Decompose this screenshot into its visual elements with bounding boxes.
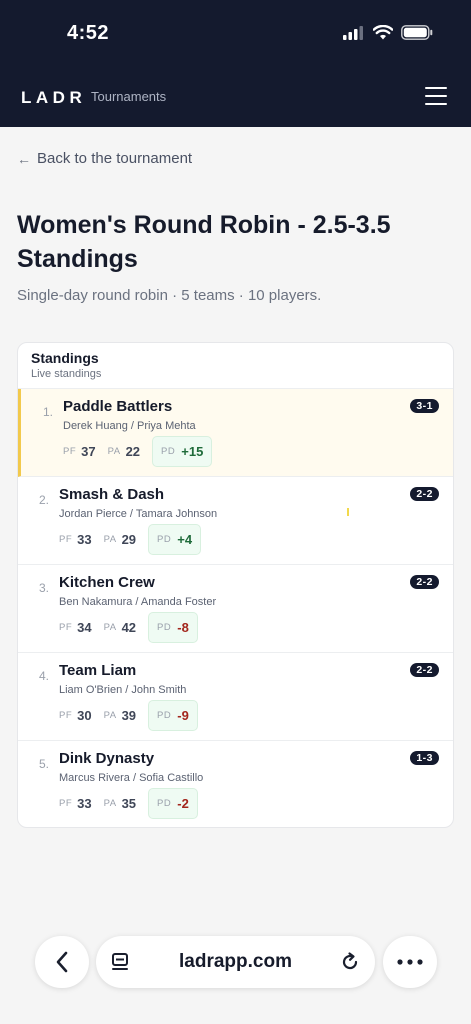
pd-label: PD bbox=[157, 710, 172, 721]
team-stats: PF 34 PA 42 PD -8 bbox=[59, 612, 198, 643]
pa-label: PA bbox=[103, 798, 117, 809]
point-diff: +4 bbox=[177, 532, 193, 547]
standings-row[interactable]: 4. Team Liam Liam O'Brien / John Smith 2… bbox=[18, 653, 453, 741]
team-rank: 1. bbox=[43, 405, 54, 419]
point-diff: -2 bbox=[177, 796, 189, 811]
record-badge: 1-3 bbox=[410, 751, 439, 765]
pa-label: PA bbox=[103, 710, 117, 721]
standings-card-header: Standings Live standings bbox=[18, 343, 453, 389]
pa-label: PA bbox=[103, 622, 117, 633]
standings-row[interactable]: 2. Smash & Dash Jordan Pierce / Tamara J… bbox=[18, 477, 453, 565]
pa-label: PA bbox=[107, 446, 121, 457]
team-players: Jordan Pierce / Tamara Johnson bbox=[59, 508, 218, 520]
point-diff-box: PD -8 bbox=[148, 612, 198, 643]
pf-label: PF bbox=[63, 446, 77, 457]
card-subtitle: Live standings bbox=[31, 368, 102, 380]
brand-logo[interactable]: LADR bbox=[21, 88, 86, 108]
battery-icon bbox=[401, 25, 433, 40]
standings-row[interactable]: 3. Kitchen Crew Ben Nakamura / Amanda Fo… bbox=[18, 565, 453, 653]
team-name: Dink Dynasty bbox=[59, 750, 155, 767]
browser-back-button[interactable] bbox=[35, 936, 89, 988]
pd-label: PD bbox=[157, 798, 172, 809]
points-for: 34 bbox=[77, 620, 92, 635]
reload-icon[interactable] bbox=[339, 951, 361, 973]
pd-label: PD bbox=[157, 534, 172, 545]
more-dots-icon bbox=[397, 959, 423, 965]
points-for: 30 bbox=[77, 708, 92, 723]
point-diff-box: PD -9 bbox=[148, 700, 198, 731]
team-players: Marcus Rivera / Sofia Castillo bbox=[59, 772, 204, 784]
team-stats: PF 30 PA 39 PD -9 bbox=[59, 700, 198, 731]
team-rank: 4. bbox=[39, 669, 50, 683]
url-text: ladrapp.com bbox=[179, 951, 292, 972]
team-players: Ben Nakamura / Amanda Foster bbox=[59, 596, 217, 608]
point-diff-box: PD +4 bbox=[148, 524, 202, 555]
points-for: 33 bbox=[77, 532, 92, 547]
record-badge: 2-2 bbox=[410, 575, 439, 589]
pd-label: PD bbox=[161, 446, 176, 457]
page-title: Women's Round Robin - 2.5-3.5 Standings bbox=[17, 211, 391, 273]
team-name: Kitchen Crew bbox=[59, 574, 155, 591]
team-stats: PF 37 PA 22 PD +15 bbox=[63, 436, 213, 467]
points-against: 22 bbox=[125, 444, 141, 459]
nav-tournaments-link[interactable]: Tournaments bbox=[91, 89, 166, 104]
hamburger-menu-icon[interactable] bbox=[425, 87, 447, 105]
browser-toolbar: ladrapp.com bbox=[0, 930, 471, 994]
team-players: Liam O'Brien / John Smith bbox=[59, 684, 187, 696]
point-diff: -8 bbox=[177, 620, 189, 635]
record-badge: 2-2 bbox=[410, 663, 439, 677]
status-time: 4:52 bbox=[67, 22, 110, 44]
pa-label: PA bbox=[103, 534, 117, 545]
status-icons bbox=[343, 25, 433, 40]
team-rank: 5. bbox=[39, 757, 50, 771]
pd-label: PD bbox=[157, 622, 172, 633]
team-rank: 3. bbox=[39, 581, 50, 595]
wifi-icon bbox=[373, 25, 393, 40]
point-diff: +15 bbox=[181, 444, 204, 459]
pf-label: PF bbox=[59, 622, 73, 633]
address-bar[interactable]: ladrapp.com bbox=[96, 936, 375, 988]
team-name: Team Liam bbox=[59, 662, 137, 679]
card-title: Standings bbox=[31, 350, 99, 366]
team-name: Smash & Dash bbox=[59, 486, 165, 503]
arrow-left-icon: ← bbox=[17, 150, 31, 167]
pf-label: PF bbox=[59, 534, 73, 545]
points-for: 33 bbox=[77, 796, 92, 811]
record-badge: 3-1 bbox=[410, 399, 439, 413]
pf-label: PF bbox=[59, 798, 73, 809]
points-against: 29 bbox=[121, 532, 137, 547]
team-name: Paddle Battlers bbox=[63, 398, 173, 415]
back-link-label: Back to the tournament bbox=[37, 150, 193, 167]
point-diff-box: PD -2 bbox=[148, 788, 198, 819]
chevron-left-icon bbox=[56, 951, 68, 973]
team-stats: PF 33 PA 35 PD -2 bbox=[59, 788, 198, 819]
page-subtitle: Single-day round robin · 5 teams · 10 pl… bbox=[17, 287, 322, 304]
standings-row[interactable]: 1. Paddle Battlers Derek Huang / Priya M… bbox=[18, 389, 453, 477]
record-badge: 2-2 bbox=[410, 487, 439, 501]
team-players: Derek Huang / Priya Mehta bbox=[63, 420, 196, 432]
points-against: 35 bbox=[121, 796, 137, 811]
signal-icon bbox=[343, 25, 363, 40]
point-diff: -9 bbox=[177, 708, 189, 723]
point-diff-box: PD +15 bbox=[152, 436, 213, 467]
more-options-button[interactable] bbox=[383, 936, 437, 988]
points-against: 42 bbox=[121, 620, 137, 635]
team-rank: 2. bbox=[39, 493, 50, 507]
app-header: LADR Tournaments bbox=[0, 70, 471, 127]
status-bar: 4:52 bbox=[0, 0, 471, 70]
pf-label: PF bbox=[59, 710, 73, 721]
points-for: 37 bbox=[81, 444, 96, 459]
team-stats: PF 33 PA 29 PD +4 bbox=[59, 524, 202, 555]
standings-card: Standings Live standings 1. Paddle Battl… bbox=[17, 342, 454, 828]
back-to-tournament-link[interactable]: ← Back to the tournament bbox=[17, 150, 192, 167]
text-cursor-mark bbox=[347, 508, 349, 516]
standings-row[interactable]: 5. Dink Dynasty Marcus Rivera / Sofia Ca… bbox=[18, 741, 453, 827]
points-against: 39 bbox=[121, 708, 137, 723]
